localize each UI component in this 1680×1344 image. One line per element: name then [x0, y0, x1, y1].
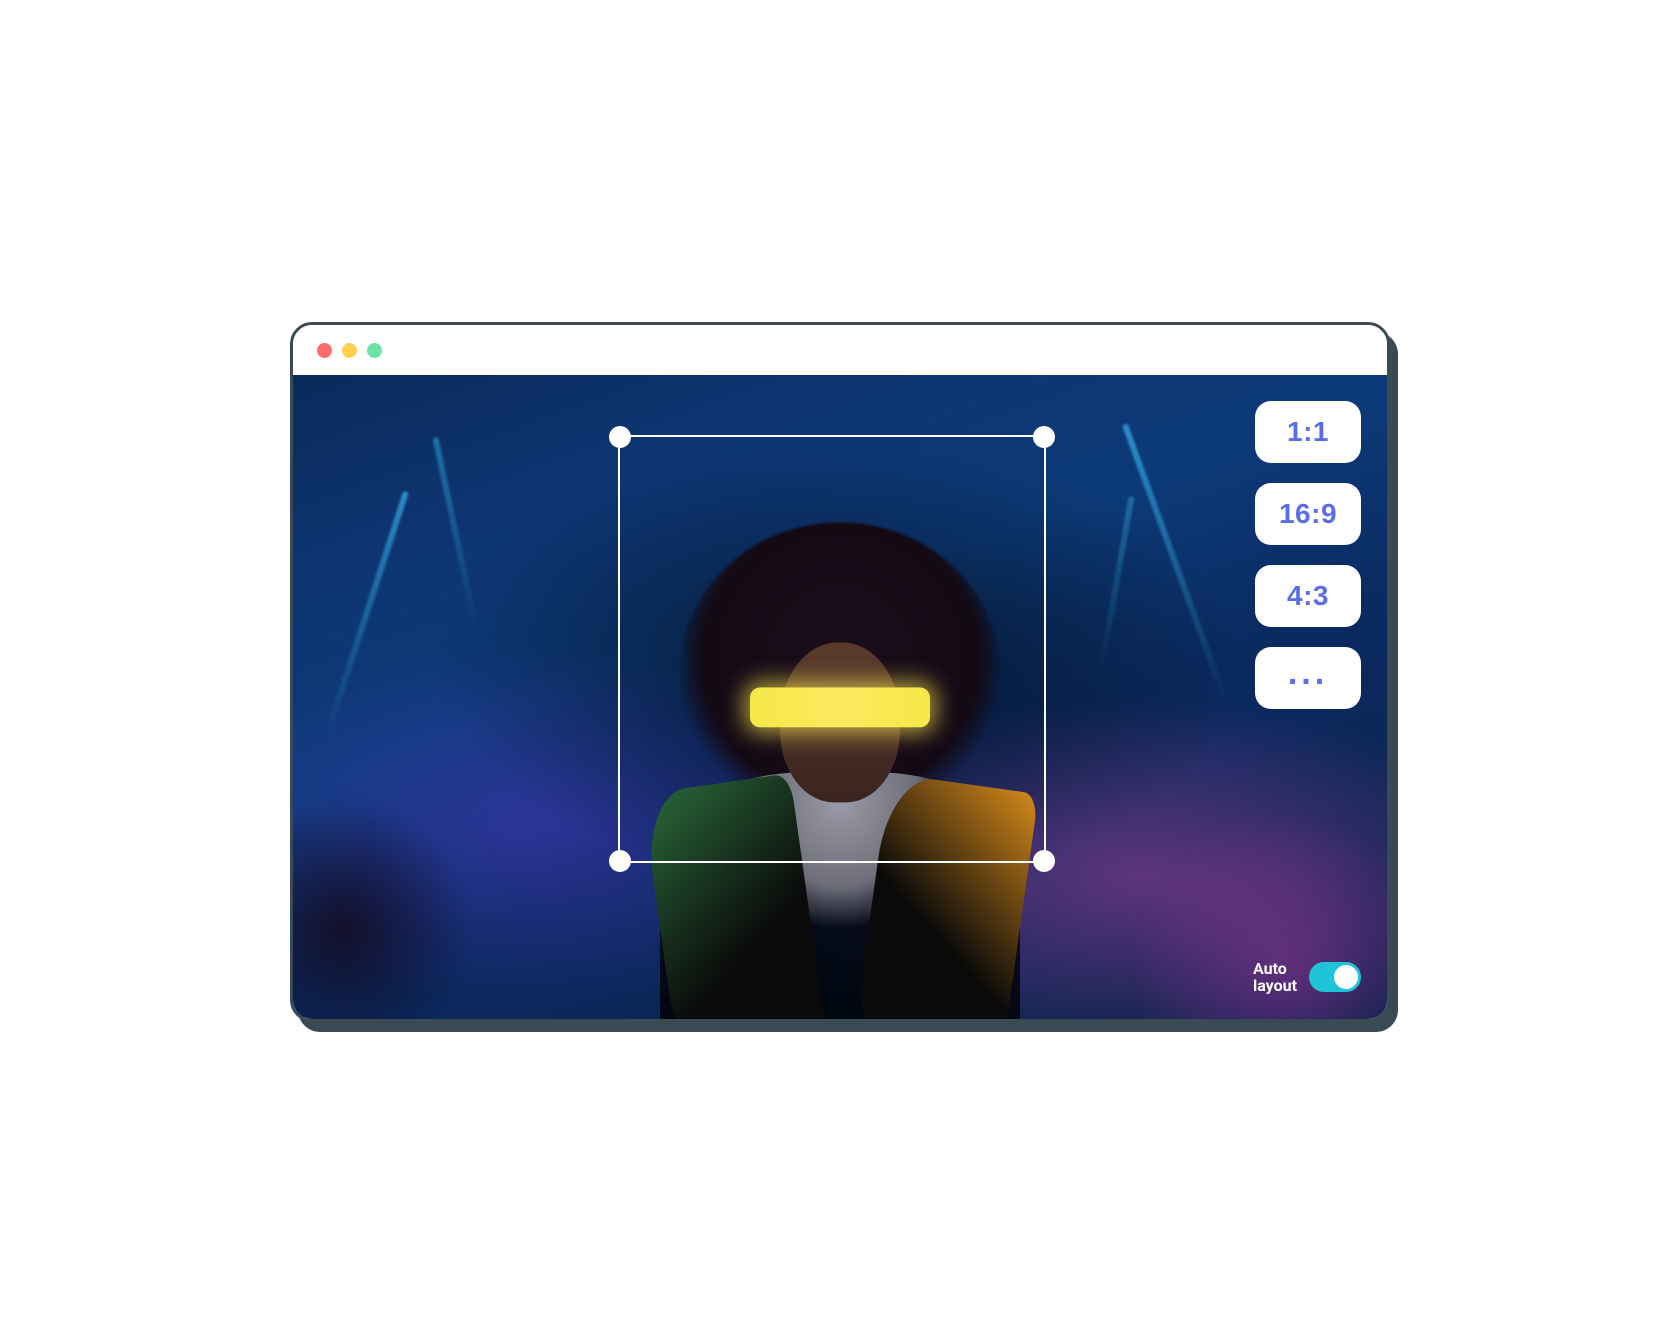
zoom-icon[interactable] [367, 343, 382, 358]
app-window: 1:1 16:9 4:3 ... Auto layout [290, 322, 1390, 1022]
auto-layout-toggle[interactable] [1309, 962, 1361, 992]
crop-handle-top-left[interactable] [609, 426, 631, 448]
light-streak [323, 490, 409, 739]
light-streak [432, 437, 479, 634]
crop-handle-bottom-left[interactable] [609, 850, 631, 872]
light-streak [1122, 423, 1230, 707]
aspect-ratio-picker: 1:1 16:9 4:3 ... [1255, 401, 1361, 709]
light-streak [1097, 496, 1134, 674]
close-icon[interactable] [317, 343, 332, 358]
canvas-area[interactable]: 1:1 16:9 4:3 ... Auto layout [293, 375, 1387, 1019]
crop-handle-bottom-right[interactable] [1033, 850, 1055, 872]
foreground-blur [293, 799, 473, 1019]
aspect-ratio-more[interactable]: ... [1255, 647, 1361, 709]
aspect-ratio-4-3[interactable]: 4:3 [1255, 565, 1361, 627]
title-bar [293, 325, 1387, 375]
crop-selection[interactable] [618, 435, 1046, 863]
minimize-icon[interactable] [342, 343, 357, 358]
toggle-knob [1334, 965, 1358, 989]
auto-layout-control: Auto layout [1253, 960, 1361, 995]
aspect-ratio-16-9[interactable]: 16:9 [1255, 483, 1361, 545]
crop-handle-top-right[interactable] [1033, 426, 1055, 448]
auto-layout-label: Auto layout [1253, 960, 1297, 995]
aspect-ratio-1-1[interactable]: 1:1 [1255, 401, 1361, 463]
